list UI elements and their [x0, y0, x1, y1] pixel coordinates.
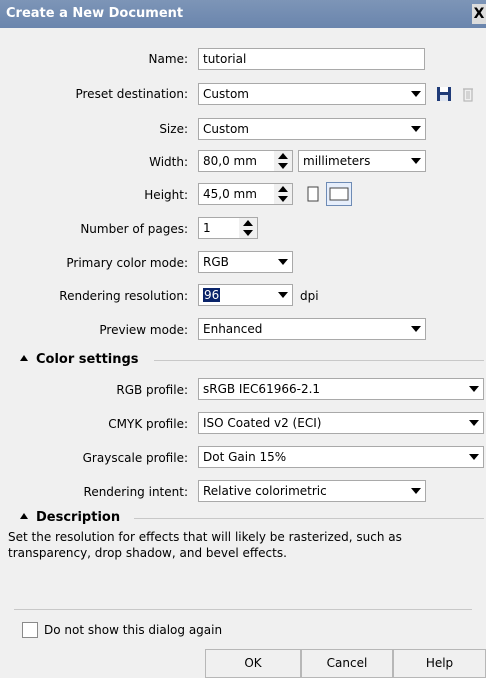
chevron-down-icon: [409, 483, 423, 499]
size-select[interactable]: Custom: [198, 118, 426, 140]
resolution-value: 96: [203, 288, 221, 302]
preview-value: Enhanced: [203, 322, 263, 336]
color-settings-toggle[interactable]: Color settings: [20, 352, 139, 367]
intent-select[interactable]: Relative colorimetric: [198, 480, 426, 502]
pages-input[interactable]: 1: [198, 217, 258, 239]
window-title: Create a New Document: [6, 6, 184, 21]
chevron-down-icon: [467, 449, 481, 465]
collapse-icon: [20, 355, 28, 361]
chevron-down-icon: [467, 381, 481, 397]
description-heading: Description: [36, 510, 121, 525]
dont-show-checkbox[interactable]: [22, 622, 38, 638]
chevron-down-icon: [409, 321, 423, 337]
name-input[interactable]: tutorial: [198, 48, 425, 70]
chevron-down-icon: [276, 254, 290, 270]
color-mode-label: Primary color mode:: [66, 256, 188, 270]
cmyk-profile-select[interactable]: ISO Coated v2 (ECI): [198, 412, 484, 434]
size-value: Custom: [203, 122, 249, 136]
cmyk-profile-value: ISO Coated v2 (ECI): [203, 416, 322, 430]
width-label: Width:: [149, 155, 188, 169]
rgb-profile-value: sRGB IEC61966-2.1: [203, 382, 321, 396]
color-mode-select[interactable]: RGB: [198, 251, 293, 273]
units-value: millimeters: [303, 154, 371, 168]
name-label: Name:: [148, 52, 188, 66]
width-value: 80,0 mm: [203, 154, 257, 168]
resolution-unit: dpi: [300, 289, 319, 303]
pages-stepper[interactable]: [239, 218, 257, 238]
save-preset-button[interactable]: [434, 84, 454, 104]
portrait-icon: [307, 186, 319, 202]
preset-label: Preset destination:: [75, 87, 188, 101]
description-text: Set the resolution for effects that will…: [8, 530, 402, 560]
size-label: Size:: [159, 122, 188, 136]
preview-select[interactable]: Enhanced: [198, 318, 426, 340]
color-settings-heading: Color settings: [36, 352, 139, 367]
divider: [154, 360, 484, 361]
ok-button[interactable]: OK: [205, 649, 301, 678]
title-bar: Create a New Document X: [0, 0, 486, 28]
resolution-select[interactable]: 96: [198, 284, 293, 306]
units-select[interactable]: millimeters: [298, 150, 426, 172]
width-stepper[interactable]: [274, 151, 292, 171]
preset-value: Custom: [203, 87, 249, 101]
height-value: 45,0 mm: [203, 187, 257, 201]
pages-value: 1: [203, 221, 211, 235]
landscape-icon: [329, 187, 349, 201]
cancel-button[interactable]: Cancel: [301, 649, 393, 678]
help-button[interactable]: Help: [393, 649, 486, 678]
close-button[interactable]: X: [472, 4, 486, 24]
description-toggle[interactable]: Description: [20, 510, 120, 525]
portrait-button[interactable]: [303, 184, 323, 204]
chevron-down-icon: [409, 121, 423, 137]
landscape-button[interactable]: [326, 182, 352, 206]
height-label: Height:: [144, 188, 188, 202]
width-input[interactable]: 80,0 mm: [198, 150, 293, 172]
gray-profile-label: Grayscale profile:: [82, 451, 188, 465]
pages-label: Number of pages:: [80, 222, 188, 236]
rgb-profile-select[interactable]: sRGB IEC61966-2.1: [198, 378, 484, 400]
collapse-icon: [20, 513, 28, 519]
dont-show-label: Do not show this dialog again: [44, 623, 223, 637]
save-icon: [437, 87, 451, 101]
height-input[interactable]: 45,0 mm: [198, 183, 293, 205]
chevron-down-icon: [409, 153, 423, 169]
delete-preset-button[interactable]: [458, 84, 478, 104]
preset-select[interactable]: Custom: [198, 83, 426, 105]
chevron-down-icon: [276, 287, 290, 303]
gray-profile-select[interactable]: Dot Gain 15%: [198, 446, 484, 468]
divider: [134, 518, 484, 519]
intent-value: Relative colorimetric: [203, 484, 327, 498]
footer-divider: [14, 609, 472, 610]
color-mode-value: RGB: [203, 255, 229, 269]
gray-profile-value: Dot Gain 15%: [203, 450, 287, 464]
delete-icon: [463, 88, 473, 102]
rgb-profile-label: RGB profile:: [116, 383, 188, 397]
preview-label: Preview mode:: [99, 323, 188, 337]
height-stepper[interactable]: [274, 184, 292, 204]
resolution-label: Rendering resolution:: [59, 289, 188, 303]
cmyk-profile-label: CMYK profile:: [108, 417, 188, 431]
intent-label: Rendering intent:: [83, 485, 188, 499]
chevron-down-icon: [409, 86, 423, 102]
chevron-down-icon: [467, 415, 481, 431]
